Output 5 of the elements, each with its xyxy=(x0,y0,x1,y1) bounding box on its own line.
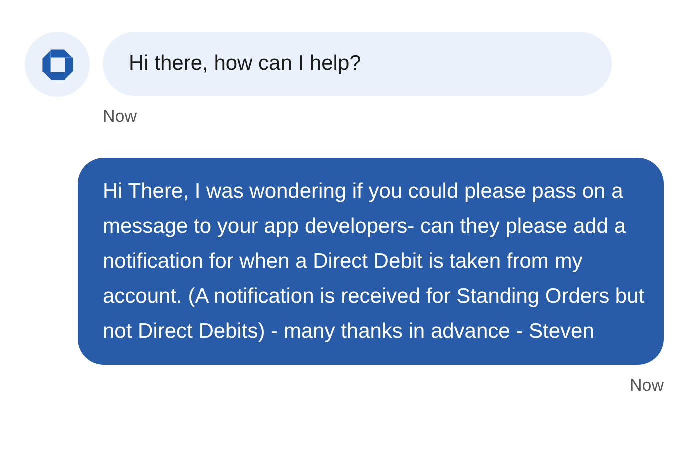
chat-message: Hi There, I was wondering if you could please pass on a message to your app developers- can they please add a notification for when a Direct Debit is taken from my account. (A notification is received for Standing Orders but not Direct Debits) - many thanks in advance - Steven xyxy=(78,158,664,364)
message-time: Now xyxy=(630,374,664,396)
octagon-logo-icon xyxy=(40,46,76,82)
message-time: Now xyxy=(103,106,138,128)
chat-message: Hi there, how can I help? xyxy=(103,32,612,96)
